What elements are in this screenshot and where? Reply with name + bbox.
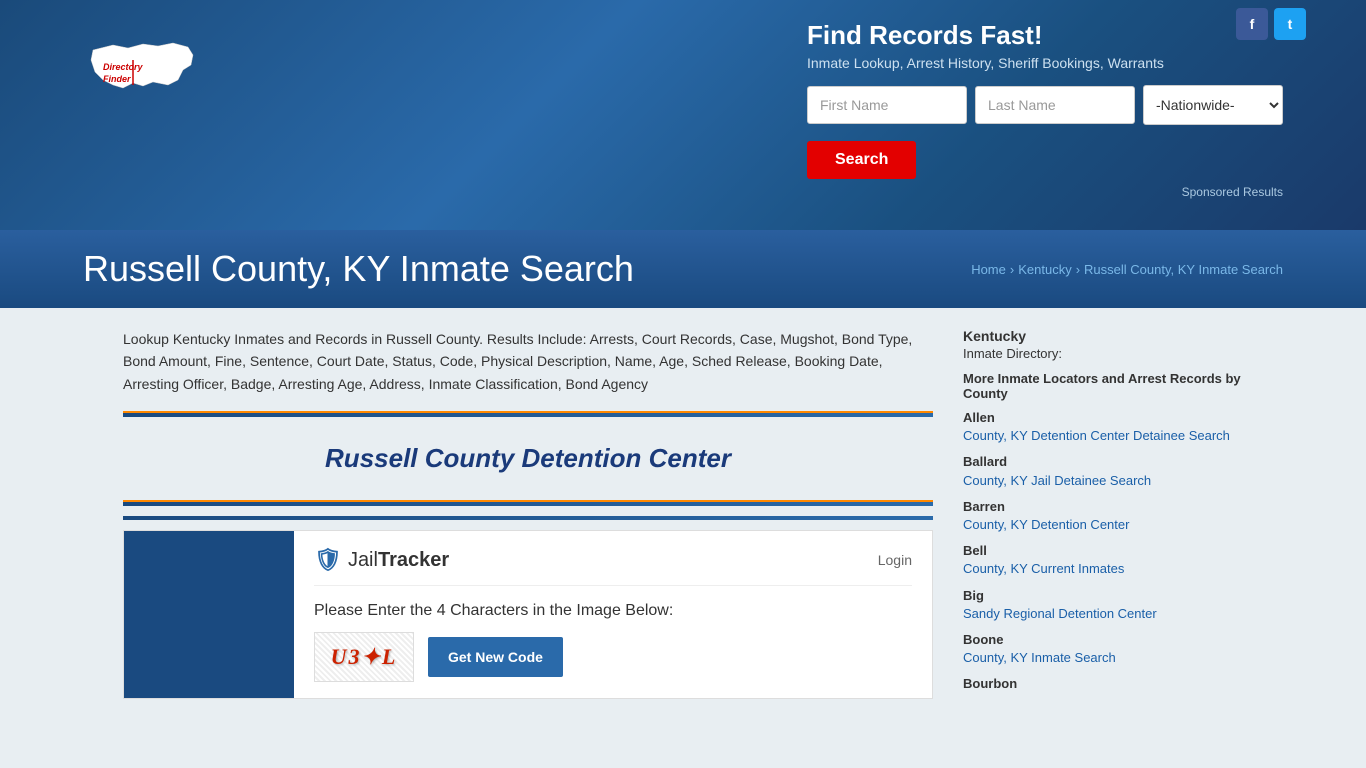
mid-divider-bottom [123, 516, 933, 520]
county-name-allen: Allen [963, 409, 1243, 427]
state-select[interactable]: -Nationwide- [1143, 85, 1283, 125]
first-name-input[interactable] [807, 86, 967, 124]
sidebar-link-barren[interactable]: Barren County, KY Detention Center [963, 498, 1243, 534]
sidebar-link-ballard[interactable]: Ballard County, KY Jail Detainee Search [963, 453, 1243, 489]
county-name-barren: Barren [963, 498, 1243, 516]
right-column: Kentucky Inmate Directory: More Inmate L… [963, 328, 1243, 701]
search-row: -Nationwide- [807, 85, 1283, 125]
find-records-title: Find Records Fast! [807, 20, 1283, 51]
top-divider [123, 411, 933, 417]
breadcrumb-state[interactable]: Kentucky [1018, 262, 1071, 277]
jailtracker-header: 🛡 JailTracker Login [314, 547, 912, 586]
breadcrumb: Home › Kentucky › Russell County, KY Inm… [971, 262, 1283, 277]
breadcrumb-current[interactable]: Russell County, KY Inmate Search [1084, 262, 1283, 277]
captcha-row: U3✦L Get New Code [314, 632, 912, 682]
breadcrumb-sep1: › [1010, 262, 1014, 277]
sidebar-link-boone[interactable]: Boone County, KY Inmate Search [963, 631, 1243, 667]
site-header: Directory Finder Find Records Fast! Inma… [0, 0, 1366, 230]
sidebar-link-bourbon[interactable]: Bourbon [963, 675, 1243, 693]
sidebar-link-allen[interactable]: Allen County, KY Detention Center Detain… [963, 409, 1243, 445]
captcha-image: U3✦L [314, 632, 414, 682]
svg-text:Directory: Directory [103, 62, 144, 72]
logo-area: Directory Finder [83, 30, 203, 100]
svg-text:Finder: Finder [103, 74, 131, 84]
search-area: Find Records Fast! Inmate Lookup, Arrest… [807, 20, 1283, 199]
sponsored-text: Sponsored Results [807, 185, 1283, 199]
search-button[interactable]: Search [807, 141, 916, 179]
sidebar-more-title: More Inmate Locators and Arrest Records … [963, 371, 1243, 401]
new-code-button[interactable]: Get New Code [428, 637, 563, 677]
description-text: Lookup Kentucky Inmates and Records in R… [123, 328, 933, 395]
breadcrumb-bar: Russell County, KY Inmate Search Home › … [0, 230, 1366, 308]
page-title: Russell County, KY Inmate Search [83, 248, 634, 290]
county-name-boone: Boone [963, 631, 1243, 649]
left-column: Lookup Kentucky Inmates and Records in R… [123, 328, 933, 701]
county-name-big: Big [963, 587, 1243, 605]
sidebar-state: Kentucky [963, 328, 1243, 344]
mid-divider [123, 500, 933, 506]
county-name-bourbon: Bourbon [963, 675, 1243, 693]
breadcrumb-sep2: › [1076, 262, 1080, 277]
sidebar-section: Kentucky Inmate Directory: More Inmate L… [963, 328, 1243, 693]
facility-title-box: Russell County Detention Center [123, 427, 933, 490]
find-records-subtitle: Inmate Lookup, Arrest History, Sheriff B… [807, 55, 1283, 71]
sidebar-inmate-dir: Inmate Directory: [963, 346, 1243, 361]
jailtracker-sidebar [124, 531, 294, 698]
last-name-input[interactable] [975, 86, 1135, 124]
facility-title: Russell County Detention Center [325, 443, 731, 473]
twitter-button[interactable]: t [1274, 8, 1306, 40]
sidebar-link-bell[interactable]: Bell County, KY Current Inmates [963, 542, 1243, 578]
county-name-bell: Bell [963, 542, 1243, 560]
county-name-ballard: Ballard [963, 453, 1243, 471]
jailtracker-logo: 🛡 JailTracker [314, 547, 449, 573]
jailtracker-logo-text: JailTracker [348, 549, 449, 572]
facebook-button[interactable]: f [1236, 8, 1268, 40]
captcha-label: Please Enter the 4 Characters in the Ima… [314, 602, 912, 620]
jailtracker-content: 🛡 JailTracker Login Please Enter the 4 C… [294, 531, 932, 698]
sidebar-county-list: Allen County, KY Detention Center Detain… [963, 409, 1243, 693]
jail-text: Jail [348, 549, 378, 571]
login-link[interactable]: Login [878, 552, 912, 568]
tracker-text: Tracker [378, 549, 449, 571]
logo-map-icon: Directory Finder [83, 30, 203, 100]
sidebar-link-big-sandy[interactable]: Big Sandy Regional Detention Center [963, 587, 1243, 623]
breadcrumb-home[interactable]: Home [971, 262, 1006, 277]
social-bar: f t [1236, 8, 1306, 40]
main-content: Lookup Kentucky Inmates and Records in R… [83, 308, 1283, 721]
jailtracker-widget: 🛡 JailTracker Login Please Enter the 4 C… [123, 530, 933, 699]
jailtracker-shield-icon: 🛡 [314, 547, 342, 573]
